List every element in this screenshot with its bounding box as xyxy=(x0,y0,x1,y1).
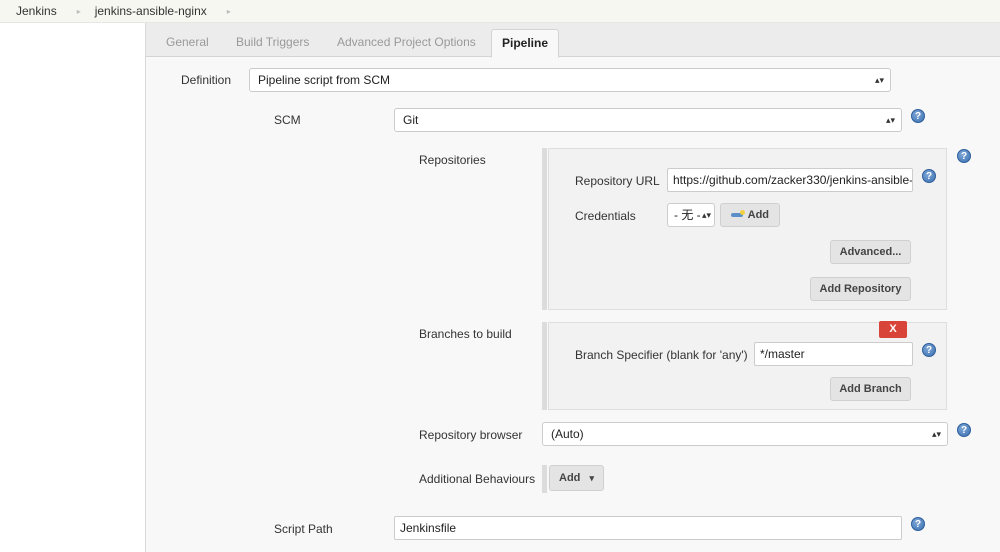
repositories-help-icon[interactable]: ? xyxy=(957,149,971,163)
additional-behaviours-bar xyxy=(542,465,547,493)
credentials-value: - 无 - xyxy=(674,208,701,222)
breadcrumb-jenkins[interactable]: Jenkins xyxy=(16,4,57,18)
credentials-select[interactable]: - 无 - ▴▾ xyxy=(667,203,715,227)
credentials-add-button[interactable]: Add xyxy=(720,203,780,227)
dropdown-caret-icon: ▾ xyxy=(589,473,594,483)
sidebar xyxy=(0,23,145,552)
add-branch-button[interactable]: Add Branch xyxy=(830,377,911,401)
branches-label: Branches to build xyxy=(419,327,512,341)
additional-behaviours-add-label: Add xyxy=(559,472,581,484)
branch-specifier-input[interactable]: */master xyxy=(754,342,913,366)
definition-label: Definition xyxy=(181,73,232,87)
select-arrows-icon: ▴▾ xyxy=(701,210,711,220)
branch-specifier-label: Branch Specifier (blank for 'any') xyxy=(575,348,748,362)
repo-browser-label: Repository browser xyxy=(419,428,523,442)
select-arrows-icon: ▴▾ xyxy=(931,429,941,439)
script-path-input[interactable]: Jenkinsfile xyxy=(394,516,902,540)
breadcrumb: Jenkins ▸ jenkins-ansible-nginx ▸ xyxy=(0,0,1000,23)
add-repository-button[interactable]: Add Repository xyxy=(810,277,911,301)
scm-help-icon[interactable]: ? xyxy=(911,109,925,123)
tab-general[interactable]: General xyxy=(156,29,219,57)
branch-specifier-help-icon[interactable]: ? xyxy=(922,343,936,357)
repo-browser-select[interactable]: (Auto) ▴▾ xyxy=(542,422,948,446)
tab-bar: General Build Triggers Advanced Project … xyxy=(146,23,1000,58)
key-icon xyxy=(730,210,745,218)
tab-build-triggers[interactable]: Build Triggers xyxy=(226,29,319,57)
scm-select[interactable]: Git ▴▾ xyxy=(394,108,902,132)
advanced-button[interactable]: Advanced... xyxy=(830,240,911,264)
script-path-label: Script Path xyxy=(274,522,333,536)
repo-browser-help-icon[interactable]: ? xyxy=(957,423,971,437)
repo-browser-value: (Auto) xyxy=(551,427,584,441)
scm-label: SCM xyxy=(274,113,301,127)
tab-advanced-project-options[interactable]: Advanced Project Options xyxy=(327,29,486,57)
additional-behaviours-label: Additional Behaviours xyxy=(419,472,536,486)
select-arrows-icon: ▴▾ xyxy=(885,115,895,125)
delete-branch-button[interactable]: X xyxy=(879,321,907,338)
branches-panel-bar xyxy=(542,322,547,410)
repository-url-input[interactable]: https://github.com/zacker330/jenkins-ans… xyxy=(667,168,913,192)
repositories-panel-bar xyxy=(542,148,547,310)
repository-url-help-icon[interactable]: ? xyxy=(922,169,936,183)
credentials-label: Credentials xyxy=(575,209,636,223)
select-arrows-icon: ▴▾ xyxy=(874,75,884,85)
definition-value: Pipeline script from SCM xyxy=(258,73,391,87)
script-path-help-icon[interactable]: ? xyxy=(911,517,925,531)
config-main: General Build Triggers Advanced Project … xyxy=(145,23,1000,552)
tab-pipeline[interactable]: Pipeline xyxy=(491,29,560,58)
repository-url-label: Repository URL xyxy=(575,174,660,188)
repositories-label: Repositories xyxy=(419,153,486,167)
breadcrumb-separator-icon[interactable]: ▸ xyxy=(227,7,231,16)
definition-select[interactable]: Pipeline script from SCM ▴▾ xyxy=(249,68,891,92)
additional-behaviours-add-button[interactable]: Add ▾ xyxy=(549,465,604,491)
breadcrumb-separator-icon: ▸ xyxy=(76,6,81,16)
scm-value: Git xyxy=(403,113,419,127)
credentials-add-label: Add xyxy=(747,209,770,221)
breadcrumb-job[interactable]: jenkins-ansible-nginx xyxy=(95,4,207,18)
